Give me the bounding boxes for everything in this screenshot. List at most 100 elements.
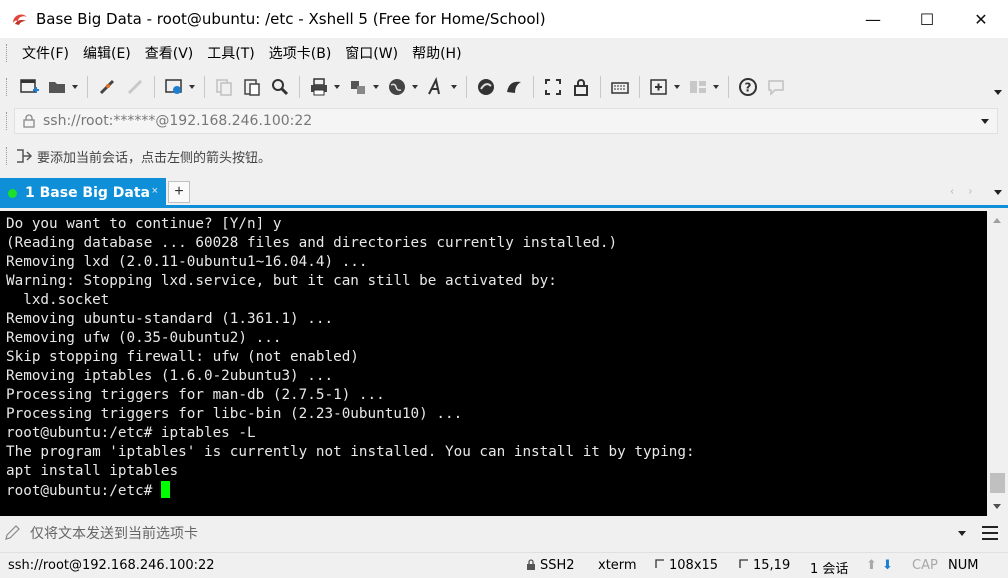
send-target-dropdown-arrow[interactable]: [958, 531, 966, 536]
globe-icon[interactable]: [386, 76, 408, 98]
terminal-cursor: [160, 481, 170, 498]
print-dropdown-arrow[interactable]: [333, 76, 341, 98]
new-tab-button[interactable]: +: [168, 181, 190, 203]
transfer-dropdown-arrow[interactable]: [372, 76, 380, 98]
status-terminal-type: xterm: [598, 558, 637, 573]
terminal-scrollbar[interactable]: [987, 211, 1008, 516]
lock-icon: [23, 114, 35, 128]
title-bar: Base Big Data - root@ubuntu: /etc - Xshe…: [0, 0, 1008, 38]
reconnect-icon[interactable]: [124, 76, 146, 98]
terminal-line: The program 'iptables' is currently not …: [6, 444, 695, 460]
scroll-thumb[interactable]: [990, 473, 1005, 493]
terminal-prompt: root@ubuntu:/etc#: [6, 483, 161, 499]
toolbar-separator: [639, 76, 640, 98]
tab-label: 1 Base Big Data: [25, 185, 151, 201]
status-bar: ssh://root@192.168.246.100:22 SSH2 xterm…: [0, 552, 1008, 578]
send-target-select[interactable]: 仅将文本发送到当前选项卡: [4, 520, 972, 546]
terminal-line: root@ubuntu:/etc# iptables -L: [6, 425, 256, 441]
minimize-button[interactable]: —: [846, 0, 900, 38]
new-session-icon[interactable]: [18, 76, 40, 98]
add-tab-icon[interactable]: [648, 76, 670, 98]
hamburger-menu-icon[interactable]: [982, 526, 998, 540]
lock-icon: [527, 559, 535, 570]
open-dropdown-arrow[interactable]: [71, 76, 79, 98]
tab-base-big-data[interactable]: 1 Base Big Data ×: [0, 178, 166, 208]
font-dropdown-arrow[interactable]: [450, 76, 458, 98]
scroll-down-arrow[interactable]: [993, 504, 1001, 509]
toolbar-separator: [728, 76, 729, 98]
close-button[interactable]: ✕: [954, 0, 1008, 38]
properties-dropdown-arrow[interactable]: [188, 76, 196, 98]
menu-bar: 文件(F) 编辑(E) 查看(V) 工具(T) 选项卡(B) 窗口(W) 帮助(…: [0, 38, 1008, 68]
terminal-line: apt install iptables: [6, 463, 179, 479]
upload-arrow-icon: ⬆: [866, 558, 877, 573]
pencil-icon: [5, 525, 20, 540]
terminal-line: Removing ufw (0.35-0ubuntu2) ...: [6, 330, 282, 346]
connected-status-icon: [8, 188, 17, 198]
layout-dropdown-arrow[interactable]: [712, 76, 720, 98]
toolbar-separator: [466, 76, 467, 98]
download-arrow-icon: ⬇: [882, 558, 893, 573]
help-icon[interactable]: ?: [737, 76, 759, 98]
status-size: 108x15: [654, 558, 718, 573]
toolbar-separator: [299, 76, 300, 98]
address-value: ssh://root:******@192.168.246.100:22: [43, 113, 313, 129]
open-folder-icon[interactable]: [46, 76, 68, 98]
lock-icon[interactable]: [570, 76, 592, 98]
tab-close-icon[interactable]: ×: [152, 185, 158, 197]
menu-file[interactable]: 文件(F): [15, 43, 76, 63]
terminal-line: Processing triggers for man-db (2.7.5-1)…: [6, 387, 385, 403]
terminal-line: Removing iptables (1.6.0-2ubuntu3) ...: [6, 368, 334, 384]
status-protocol-text: SSH2: [540, 558, 575, 573]
toolbar-separator: [87, 76, 88, 98]
address-dropdown-arrow[interactable]: [981, 119, 989, 124]
hint-grip: [6, 147, 9, 165]
menu-window[interactable]: 窗口(W): [338, 43, 405, 63]
print-icon[interactable]: [308, 76, 330, 98]
terminal-output[interactable]: Do you want to continue? [Y/n] y (Readin…: [0, 211, 987, 516]
add-tab-dropdown-arrow[interactable]: [673, 76, 681, 98]
layout-icon[interactable]: [687, 76, 709, 98]
xmanager-icon[interactable]: [503, 76, 525, 98]
terminal-line: (Reading database ... 60028 files and di…: [6, 235, 618, 251]
menu-help[interactable]: 帮助(H): [405, 43, 468, 63]
cursor-position-icon: [739, 559, 748, 568]
address-grip: [6, 112, 9, 130]
disconnect-icon[interactable]: [96, 76, 118, 98]
tab-bar: 1 Base Big Data × + ‹ ›: [0, 178, 1008, 208]
toolbar-overflow-arrow[interactable]: [994, 90, 1002, 95]
paste-icon[interactable]: [241, 76, 263, 98]
menu-tab[interactable]: 选项卡(B): [262, 43, 339, 63]
fullscreen-icon[interactable]: [542, 76, 564, 98]
scroll-up-arrow[interactable]: [993, 218, 1001, 223]
address-input[interactable]: ssh://root:******@192.168.246.100:22: [14, 108, 998, 134]
compose-bar: 仅将文本发送到当前选项卡: [0, 516, 1008, 550]
terminal-line: Do you want to continue? [Y/n] y: [6, 216, 282, 232]
maximize-button[interactable]: ☐: [900, 0, 954, 38]
status-sessions: 1 会话: [810, 562, 849, 577]
toolbar-separator: [204, 76, 205, 98]
menu-tools[interactable]: 工具(T): [200, 43, 261, 63]
add-session-arrow-icon[interactable]: [15, 147, 33, 165]
status-size-text: 108x15: [669, 558, 719, 573]
terminal-prompt-line: root@ubuntu:/etc#: [6, 481, 987, 501]
xftp-icon[interactable]: [475, 76, 497, 98]
menu-view[interactable]: 查看(V): [138, 43, 201, 63]
transfer-icon[interactable]: [347, 76, 369, 98]
status-cursor-pos: 15,19: [738, 558, 790, 573]
toolbar-separator: [154, 76, 155, 98]
status-cursor-text: 15,19: [753, 558, 791, 573]
globe-dropdown-arrow[interactable]: [411, 76, 419, 98]
toolbar-separator: [600, 76, 601, 98]
menu-edit[interactable]: 编辑(E): [76, 43, 138, 63]
chat-icon[interactable]: [765, 76, 787, 98]
keyboard-icon[interactable]: [609, 76, 631, 98]
terminal-line: Warning: Stopping lxd.service, but it ca…: [6, 273, 557, 289]
properties-icon[interactable]: [163, 76, 185, 98]
find-icon[interactable]: [269, 76, 291, 98]
tab-list-dropdown-arrow[interactable]: [994, 190, 1002, 195]
font-icon[interactable]: [425, 76, 447, 98]
copy-icon[interactable]: [213, 76, 235, 98]
window-title: Base Big Data - root@ubuntu: /etc - Xshe…: [36, 10, 546, 28]
tab-scroll-arrows[interactable]: ‹ ›: [951, 186, 978, 197]
